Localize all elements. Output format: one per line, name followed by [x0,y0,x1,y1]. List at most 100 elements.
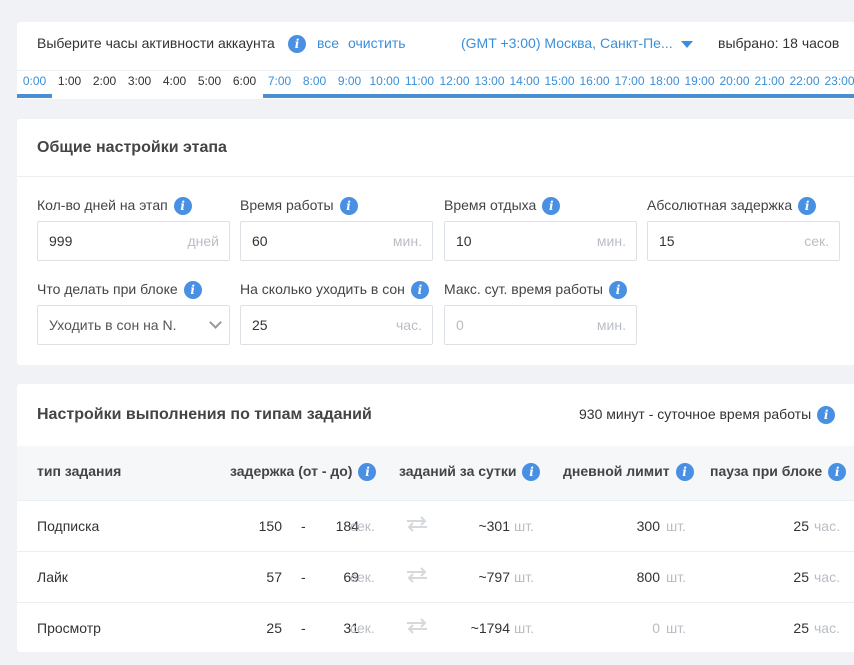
days-value: 999 [49,233,73,249]
info-icon[interactable]: i [173,197,192,216]
days-unit: дней [187,233,219,249]
hours-timeline: 0:00 1:00 2:00 3:00 4:00 5:00 6:00 7:00 8:00 9:00… [17,70,854,99]
hour-cell[interactable]: 22:00 [787,74,822,88]
hour-cell[interactable]: 3:00 [122,74,157,88]
work-time-unit: мин. [392,233,422,249]
per-day: ~301 [478,518,510,534]
max-daily-work-input[interactable]: 0 мин. [444,305,637,345]
hour-cell[interactable]: 18:00 [647,74,682,88]
rest-time-input[interactable]: 10 мин. [444,221,637,261]
timezone-select[interactable]: (GMT +3:00) Москва, Санкт-Пе... [461,34,693,52]
info-icon[interactable]: i [339,197,358,216]
days-input[interactable]: 999 дней [37,221,230,261]
pause-value[interactable]: 25 [793,620,809,636]
hour-cell[interactable]: 5:00 [192,74,227,88]
daily-work-time: 930 минут - суточное время работы i [579,406,836,425]
hour-cell[interactable]: 9:00 [332,74,367,88]
info-icon[interactable]: i [828,463,847,482]
rest-time-value: 10 [456,233,472,249]
table-row: Лайк 57-69 сек. ~797 шт. 800 шт. 25 час. [17,551,854,602]
absolute-delay-input[interactable]: 15 сек. [647,221,840,261]
info-icon[interactable]: i [358,463,377,482]
on-block-select[interactable]: Уходить в сон на N. [37,305,230,345]
hour-cell[interactable]: 8:00 [297,74,332,88]
hour-cell[interactable]: 12:00 [437,74,472,88]
daily-limit-unit: шт. [666,518,686,534]
selected-range-bar [263,94,854,98]
daily-limit-unit: шт. [666,569,686,585]
info-icon[interactable]: i [183,281,202,300]
hour-cell[interactable]: 1:00 [52,74,87,88]
sleep-duration-label: На сколько уходить в сон [240,281,405,297]
hour-cell[interactable]: 13:00 [472,74,507,88]
info-icon[interactable]: i [608,281,627,300]
hour-cell[interactable]: 14:00 [507,74,542,88]
rest-time-label: Время отдыха [444,197,537,213]
absolute-delay-label: Абсолютная задержка [647,197,793,213]
delay-from[interactable]: 57 [266,569,282,585]
hour-cell[interactable]: 20:00 [717,74,752,88]
hour-cell[interactable]: 23:00 [822,74,854,88]
task-type[interactable]: Лайк [37,569,68,585]
pause-value[interactable]: 25 [793,569,809,585]
swap-arrows-icon[interactable] [405,516,429,532]
hour-cell[interactable]: 21:00 [752,74,787,88]
sleep-duration-unit: час. [396,317,422,333]
sleep-duration-input[interactable]: 25 час. [240,305,433,345]
daily-limit[interactable]: 800 [637,569,660,585]
select-all-link[interactable]: все [317,34,339,52]
task-type[interactable]: Подписка [37,518,99,534]
pause-unit: час. [814,620,840,636]
daily-limit[interactable]: 0 [652,620,660,636]
info-icon[interactable]: i [817,406,836,425]
per-day: ~797 [478,569,510,585]
hour-cell[interactable]: 19:00 [682,74,717,88]
hour-cell[interactable]: 16:00 [577,74,612,88]
delay-unit: сек. [350,620,375,636]
col-per-day: заданий за сутки i [399,463,541,482]
delay-from[interactable]: 150 [259,518,282,534]
absolute-delay-unit: сек. [804,233,829,249]
pause-value[interactable]: 25 [793,518,809,534]
delay-dash: - [301,620,306,636]
hour-cell[interactable]: 10:00 [367,74,402,88]
hour-cell[interactable]: 0:00 [17,74,52,88]
rest-time-unit: мин. [596,233,626,249]
hour-cell[interactable]: 4:00 [157,74,192,88]
task-type[interactable]: Просмотр [37,620,101,636]
chevron-down-icon [209,316,222,329]
chevron-down-icon [680,40,693,48]
delay-from[interactable]: 25 [266,620,282,636]
info-icon[interactable]: i [798,197,817,216]
daily-limit-unit: шт. [666,620,686,636]
hour-cell[interactable]: 17:00 [612,74,647,88]
col-type: тип задания [37,463,122,479]
on-block-value: Уходить в сон на N. [49,317,177,333]
info-icon[interactable]: i [522,463,541,482]
divider [17,176,854,177]
per-day-unit: шт. [514,518,534,534]
work-time-input[interactable]: 60 мин. [240,221,433,261]
hour-cell[interactable]: 11:00 [402,74,437,88]
per-day-unit: шт. [514,620,534,636]
days-label: Кол-во дней на этап [37,197,168,213]
hour-cell[interactable]: 2:00 [87,74,122,88]
delay-unit: сек. [350,569,375,585]
daily-limit[interactable]: 300 [637,518,660,534]
activity-hours-panel: Выберите часы активности аккаунта i все … [17,22,854,99]
hours-info-icon[interactable]: i [288,34,306,54]
info-icon[interactable]: i [675,463,694,482]
hour-cell[interactable]: 6:00 [227,74,262,88]
hour-cell[interactable]: 15:00 [542,74,577,88]
clear-link[interactable]: очистить [348,34,406,52]
swap-arrows-icon[interactable] [405,567,429,583]
info-icon[interactable]: i [410,281,429,300]
selected-range-bar [17,94,52,98]
col-pause-label: пауза при блоке [710,463,823,479]
hour-cell[interactable]: 7:00 [262,74,297,88]
on-block-label: Что делать при блоке [37,281,178,297]
swap-arrows-icon[interactable] [405,618,429,634]
pause-unit: час. [814,569,840,585]
info-icon[interactable]: i [542,197,561,216]
per-day-unit: шт. [514,569,534,585]
